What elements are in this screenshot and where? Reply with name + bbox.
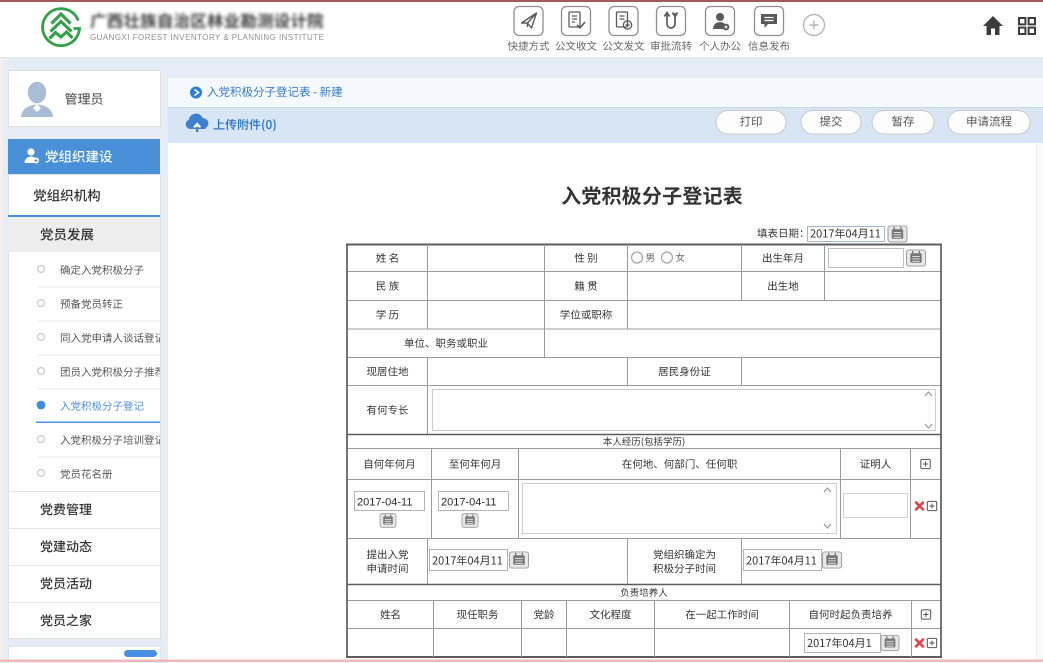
svg-text:2017-04-11: 2017-04-11 (357, 497, 412, 509)
svg-text:2017-04-11: 2017-04-11 (441, 497, 496, 509)
svg-text:GUANGXI FOREST INVENTORY & PLA: GUANGXI FOREST INVENTORY & PLANNING INST… (90, 33, 324, 42)
